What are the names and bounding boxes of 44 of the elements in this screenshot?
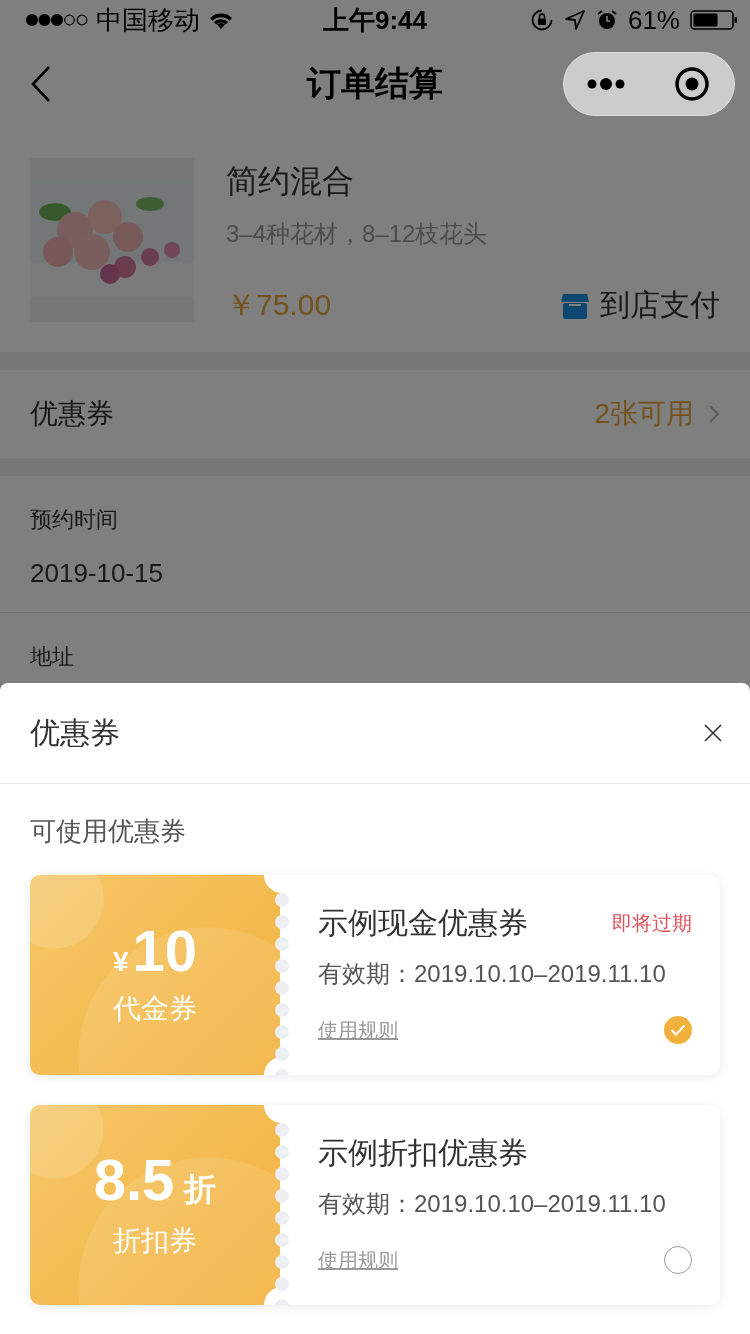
page-title: 订单结算 [307,64,443,102]
back-button[interactable] [30,65,52,103]
alarm-icon [595,9,618,31]
product-price: ￥75.00 [226,287,333,323]
address-label: 地址 [30,645,75,669]
more-dots-icon [586,76,627,92]
location-arrow-icon [563,9,586,31]
coupon-label: 优惠券 [30,397,114,431]
discount-unit: 折 [184,1169,217,1209]
currency-symbol: ¥ [112,946,129,978]
coupon-type: 代金券 [113,992,197,1026]
sheet-title: 优惠券 [30,714,121,751]
store-icon [560,291,590,320]
coupon-name: 示例折扣优惠券 [318,1135,529,1171]
coupon-row[interactable]: 优惠券 2张可用 [0,370,750,458]
coupon-count: 2张可用 [594,397,694,431]
usage-rules-link[interactable]: 使用规则 [318,1018,398,1041]
payment-method: 到店支付 [600,287,720,323]
chevron-right-icon [708,404,720,424]
product-name: 简约混合 [226,162,355,201]
reservation-label: 预约时间 [30,508,119,532]
validity-period: 有效期：2019.10.10–2019.11.10 [318,1189,667,1219]
coupon-card[interactable]: 8.5 折 折扣券 示例折扣优惠券 有效期：2019.10.10–2019.11.10 使用规则 [30,1105,720,1305]
coupon-amount: 10 [132,922,198,980]
carrier-name: 中国移动 [96,3,200,37]
section-title: 可使用优惠券 [29,815,187,848]
select-checkbox[interactable] [664,1016,692,1044]
signal-icon [26,13,88,27]
select-checkbox[interactable] [664,1246,692,1274]
battery-percent: 61% [627,4,680,36]
reservation-date: 2019-10-15 [30,558,164,588]
usage-rules-link[interactable]: 使用规则 [318,1248,398,1271]
check-icon [670,1024,686,1036]
battery-icon [690,10,738,30]
clock-time: 上午9:44 [322,4,427,35]
rotation-lock-icon [529,8,554,32]
coupon-type: 折扣券 [113,1223,197,1258]
expiring-tag: 即将过期 [612,910,692,937]
close-button[interactable] [704,724,722,742]
coupon-card[interactable]: ¥10 代金券 示例现金优惠券 即将过期 有效期：2019.10.10–2019.11.10 使用规则 [30,875,720,1075]
validity-period: 有效期：2019.10.10–2019.11.10 [318,959,667,989]
coupon-amount: 8.5 [93,1150,175,1209]
coupon-name: 示例现金优惠券 [318,905,529,941]
target-icon [673,66,710,102]
